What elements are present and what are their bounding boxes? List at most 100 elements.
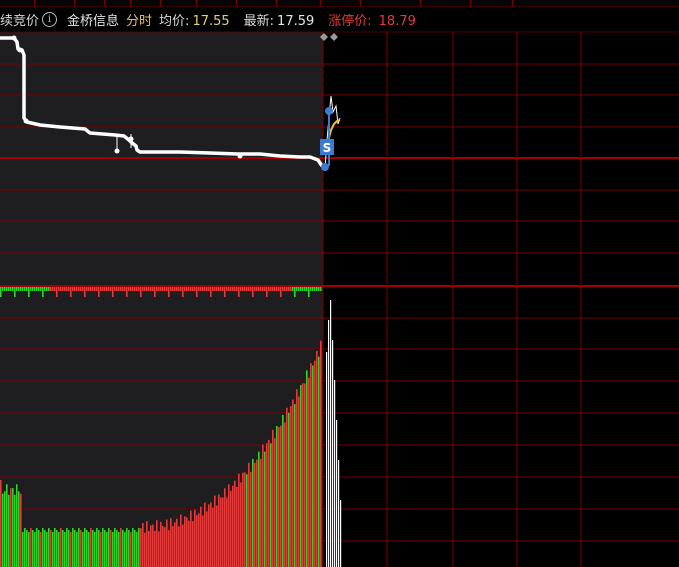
volume-bar — [154, 287, 156, 297]
volume-bar — [312, 365, 314, 567]
volume-bar — [78, 528, 80, 567]
volume-bar — [40, 532, 42, 567]
volume-bar — [8, 287, 10, 291]
volume-bar — [298, 287, 300, 291]
volume-bar — [78, 287, 80, 291]
volume-bar — [318, 356, 320, 567]
volume-bar — [206, 287, 208, 291]
volume-bar — [20, 287, 22, 291]
volume-bar — [258, 451, 260, 567]
volume-bar — [174, 522, 176, 567]
intraday-chart[interactable]: S — [0, 0, 679, 567]
volume-bar — [196, 287, 198, 297]
volume-bar — [16, 484, 18, 567]
volume-bar — [158, 287, 160, 291]
volume-bar — [258, 287, 260, 291]
volume-bar — [84, 287, 86, 297]
volume-bar — [242, 287, 244, 291]
volume-bar — [198, 287, 200, 291]
volume-bar — [72, 287, 74, 291]
resize-handle-icon[interactable] — [330, 33, 338, 41]
volume-bar — [106, 287, 108, 291]
volume-bar — [42, 287, 44, 297]
volume-bar — [12, 488, 14, 567]
volume-bar — [204, 287, 206, 291]
volume-bar — [92, 287, 94, 291]
volume-bar — [104, 287, 106, 291]
volume-bar — [124, 532, 126, 567]
volume-bar — [282, 414, 284, 567]
volume-bar — [282, 287, 284, 291]
volume-bar — [86, 530, 88, 567]
volume-bar — [62, 530, 64, 567]
volume-bar — [142, 287, 144, 291]
volume-bar — [140, 528, 142, 567]
volume-bar — [274, 438, 276, 567]
volume-bar — [66, 528, 68, 567]
volume-bar — [50, 530, 52, 567]
volume-bar — [284, 287, 286, 291]
volume-bar — [96, 528, 98, 567]
volume-bar — [96, 287, 98, 291]
volume-bar — [240, 482, 242, 567]
volume-bar — [236, 486, 238, 567]
volume-bar — [80, 287, 82, 291]
volume-bar — [254, 287, 256, 291]
volume-bar — [18, 287, 20, 291]
trade-marker-dot — [321, 163, 329, 171]
volume-bar — [256, 459, 258, 567]
volume-bar — [32, 530, 34, 567]
volume-bar — [214, 495, 216, 567]
volume-bar — [66, 287, 68, 291]
volume-bar — [208, 504, 210, 567]
volume-bar — [136, 532, 138, 567]
volume-bar — [128, 287, 130, 291]
volume-bar — [232, 287, 234, 291]
volume-bar — [292, 287, 294, 291]
volume-bar — [300, 287, 302, 291]
volume-bar — [68, 530, 70, 567]
volume-bar — [54, 528, 56, 567]
volume-bar — [192, 521, 194, 567]
volume-bar — [204, 502, 206, 567]
volume-bar — [16, 287, 18, 291]
volume-bar — [242, 472, 244, 567]
volume-bar — [70, 532, 72, 567]
volume-bar — [288, 287, 290, 291]
volume-bar — [40, 287, 42, 291]
volume-bar — [122, 530, 124, 567]
volume-bar — [100, 532, 102, 567]
volume-bar — [310, 363, 312, 567]
volume-bar — [60, 528, 62, 567]
volume-bar — [334, 380, 336, 567]
volume-bar — [168, 287, 170, 297]
volume-bar — [20, 493, 22, 567]
volume-bar — [244, 287, 246, 291]
volume-bar — [172, 526, 174, 567]
volume-bar — [134, 287, 136, 291]
volume-bar — [264, 287, 266, 291]
volume-bar — [14, 287, 16, 297]
price-dot — [11, 35, 17, 41]
volume-bar — [116, 530, 118, 567]
volume-bar — [140, 287, 142, 297]
volume-bar — [240, 287, 242, 291]
volume-bar — [18, 491, 20, 567]
volume-bar — [110, 530, 112, 567]
volume-bar — [170, 518, 172, 567]
volume-bar — [74, 530, 76, 567]
volume-bar — [48, 528, 50, 567]
volume-bar — [224, 287, 226, 297]
volume-bar — [234, 287, 236, 291]
volume-bar — [208, 287, 210, 291]
volume-bar — [284, 422, 286, 567]
volume-bar — [106, 532, 108, 567]
volume-bar — [326, 352, 328, 567]
volume-bar — [88, 532, 90, 567]
volume-bar — [166, 287, 168, 291]
volume-bar — [2, 287, 4, 291]
volume-bar — [302, 287, 304, 291]
volume-bar — [182, 524, 184, 567]
volume-bar — [192, 287, 194, 291]
volume-bar — [260, 458, 262, 567]
